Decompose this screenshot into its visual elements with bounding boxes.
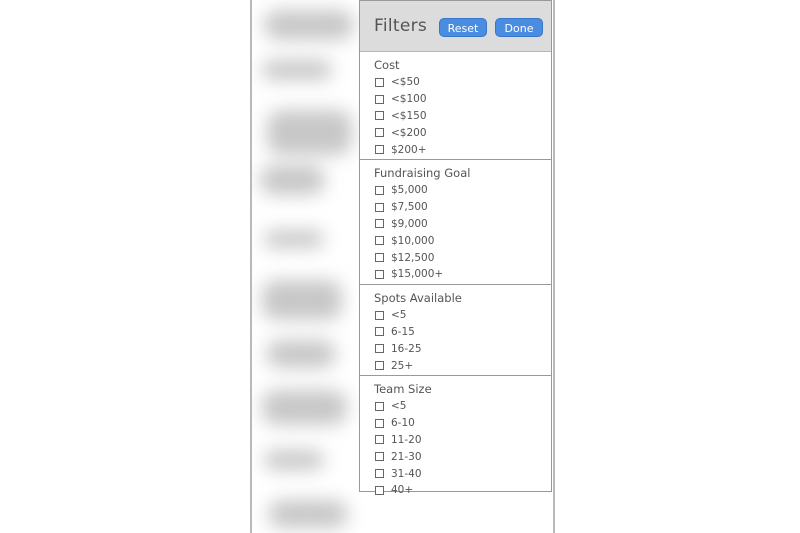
filters-panel: Filters Reset Done Cost <$50 <$100 <$150…: [359, 0, 552, 496]
option-label: 16-25: [391, 342, 422, 355]
option-label: 6-10: [391, 417, 415, 430]
filters-title: Filters: [374, 16, 428, 36]
option-label: $15,000+: [391, 268, 444, 281]
checkbox[interactable]: [375, 111, 384, 121]
team-size-option[interactable]: 21-30: [360, 448, 551, 465]
checkbox[interactable]: [375, 452, 384, 462]
checkbox[interactable]: [375, 361, 384, 371]
option-label: <$100: [391, 93, 427, 106]
spots-available-option[interactable]: 6-15: [360, 324, 551, 341]
option-label: <$50: [391, 76, 420, 89]
checkbox[interactable]: [375, 219, 384, 229]
option-label: 31-40: [391, 467, 422, 480]
blurred-background-content: [252, 0, 372, 533]
fundraising-goal-option[interactable]: $5,000: [360, 182, 551, 199]
option-label: 6-15: [391, 325, 415, 338]
section-team-size: Team Size <5 6-10 11-20 21-30 31-40 40+: [360, 376, 551, 500]
cost-option[interactable]: <$100: [360, 91, 551, 108]
checkbox[interactable]: [375, 185, 384, 195]
option-label: 40+: [391, 484, 414, 497]
section-title-cost: Cost: [374, 58, 400, 72]
team-size-option[interactable]: 11-20: [360, 432, 551, 449]
checkbox[interactable]: [375, 401, 384, 411]
option-label: 25+: [391, 359, 414, 372]
fundraising-goal-option[interactable]: $10,000: [360, 232, 551, 249]
checkbox[interactable]: [375, 269, 384, 279]
fundraising-goal-option[interactable]: $15,000+: [360, 266, 551, 283]
team-size-option[interactable]: <5: [360, 398, 551, 415]
option-label: $12,500: [391, 251, 435, 264]
section-title-spots-available: Spots Available: [374, 290, 462, 305]
option-label: 21-30: [391, 450, 422, 463]
section-title-team-size: Team Size: [374, 381, 432, 396]
filters-header: Filters Reset Done: [360, 1, 551, 52]
fundraising-goal-option[interactable]: $7,500: [360, 199, 551, 216]
checkbox[interactable]: [375, 485, 384, 495]
option-label: $7,500: [391, 201, 428, 214]
checkbox[interactable]: [375, 145, 384, 155]
checkbox[interactable]: [375, 344, 384, 354]
checkbox[interactable]: [375, 94, 384, 104]
checkbox[interactable]: [375, 435, 384, 445]
cost-option[interactable]: <$200: [360, 124, 551, 141]
checkbox[interactable]: [375, 202, 384, 212]
spots-available-option[interactable]: 25+: [360, 357, 551, 374]
fundraising-goal-option[interactable]: $12,500: [360, 249, 551, 266]
option-label: <$200: [391, 126, 427, 139]
done-button[interactable]: Done: [495, 18, 543, 37]
cost-option[interactable]: $200+: [360, 141, 551, 158]
section-fundraising-goal: Fundraising Goal $5,000 $7,500 $9,000 $1…: [360, 160, 551, 285]
checkbox[interactable]: [375, 469, 384, 479]
section-spots-available: Spots Available <5 6-15 16-25 25+: [360, 285, 551, 376]
checkbox[interactable]: [375, 77, 384, 87]
checkbox[interactable]: [375, 310, 384, 320]
option-label: 11-20: [391, 433, 422, 446]
section-title-fundraising-goal: Fundraising Goal: [374, 165, 471, 180]
team-size-option[interactable]: 31-40: [360, 465, 551, 482]
fundraising-goal-option[interactable]: $9,000: [360, 216, 551, 233]
option-label: $10,000: [391, 234, 435, 247]
checkbox[interactable]: [375, 236, 384, 246]
spots-available-option[interactable]: <5: [360, 307, 551, 324]
cost-option[interactable]: <$150: [360, 108, 551, 125]
reset-button[interactable]: Reset: [439, 18, 487, 37]
checkbox[interactable]: [375, 253, 384, 263]
checkbox[interactable]: [375, 418, 384, 428]
team-size-option[interactable]: 40+: [360, 482, 551, 499]
team-size-option[interactable]: 6-10: [360, 415, 551, 432]
option-label: <5: [391, 400, 407, 413]
option-label: <5: [391, 309, 407, 322]
checkbox[interactable]: [375, 327, 384, 337]
checkbox[interactable]: [375, 128, 384, 138]
option-label: <$150: [391, 109, 427, 122]
cost-option[interactable]: <$50: [360, 74, 551, 91]
section-cost: Cost <$50 <$100 <$150 <$200 $200+: [360, 52, 551, 160]
spots-available-option[interactable]: 16-25: [360, 340, 551, 357]
option-label: $200+: [391, 143, 427, 156]
option-label: $9,000: [391, 217, 428, 230]
option-label: $5,000: [391, 184, 428, 197]
